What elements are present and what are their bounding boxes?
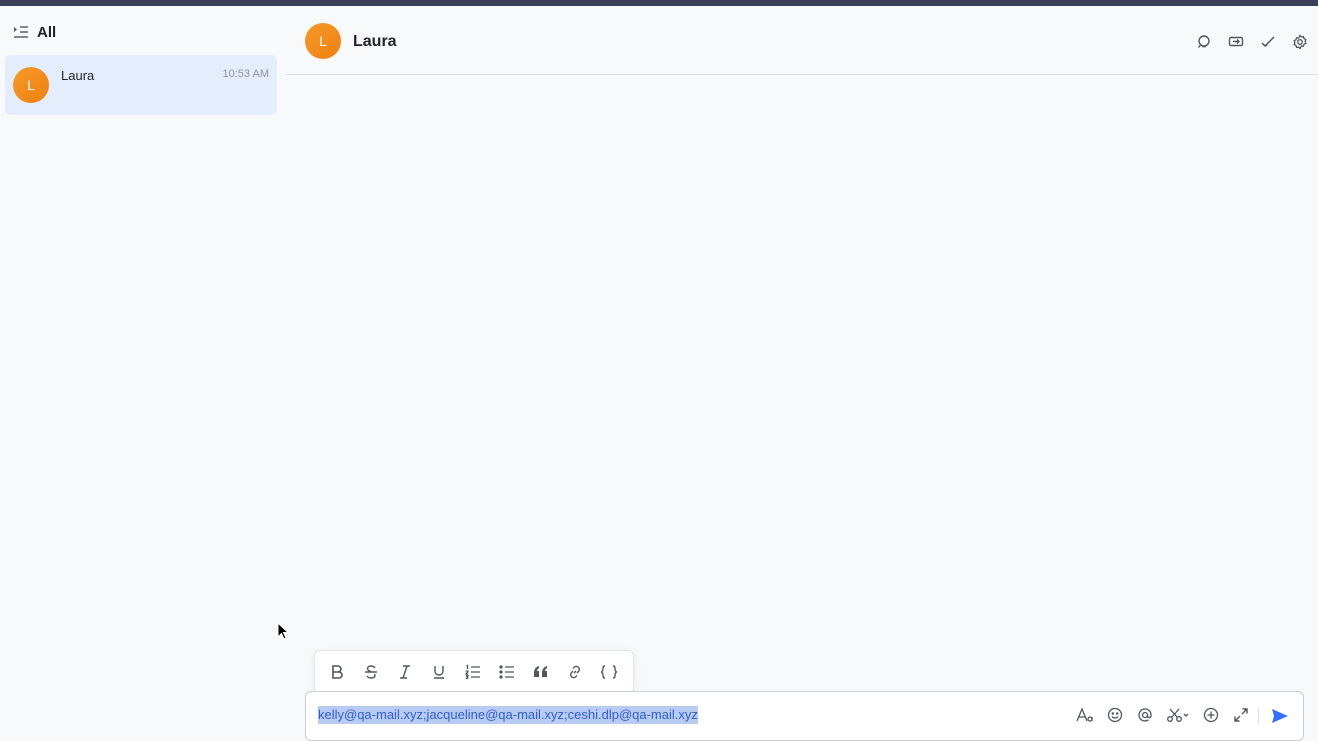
text-format-icon[interactable]	[1075, 705, 1095, 725]
composer-input-text[interactable]: kelly@qa-mail.xyz;jacqueline@qa-mail.xyz…	[318, 706, 698, 724]
chat-avatar[interactable]: L	[305, 23, 341, 59]
chat-title[interactable]: Laura	[353, 33, 397, 51]
sidebar: All L Laura 10:53 AM	[0, 6, 285, 735]
conversation-filter[interactable]: All	[12, 22, 56, 42]
formatting-toolbar	[314, 650, 634, 694]
send-icon[interactable]	[1269, 705, 1291, 727]
avatar: L	[13, 67, 49, 103]
conversation-name: Laura	[61, 68, 95, 83]
composer-divider	[1258, 708, 1259, 724]
chat-header: L Laura	[285, 6, 1318, 75]
composer-tools	[1075, 705, 1251, 725]
filter-label: All	[37, 23, 57, 41]
settings-icon[interactable]	[1290, 32, 1310, 52]
bold-icon[interactable]	[325, 660, 349, 684]
forward-icon[interactable]	[1226, 32, 1246, 52]
message-composer[interactable]: kelly@qa-mail.xyz;jacqueline@qa-mail.xyz…	[305, 691, 1304, 741]
header-actions	[1194, 32, 1310, 52]
conversation-item[interactable]: L Laura 10:53 AM	[5, 55, 277, 115]
message-area	[285, 76, 1318, 646]
link-icon[interactable]	[563, 660, 587, 684]
add-icon[interactable]	[1201, 705, 1221, 725]
underline-icon[interactable]	[427, 660, 451, 684]
search-icon[interactable]	[1194, 32, 1214, 52]
italic-icon[interactable]	[393, 660, 417, 684]
mouse-cursor-icon	[277, 621, 290, 640]
screenshot-icon[interactable]	[1165, 705, 1191, 725]
mention-icon[interactable]	[1135, 705, 1155, 725]
quote-icon[interactable]	[529, 660, 553, 684]
expand-icon[interactable]	[1231, 705, 1251, 725]
bullet-list-icon[interactable]	[495, 660, 519, 684]
done-icon[interactable]	[1258, 32, 1278, 52]
strikethrough-icon[interactable]	[359, 660, 383, 684]
filter-list-icon	[12, 24, 29, 40]
code-block-icon[interactable]	[597, 660, 621, 684]
ordered-list-icon[interactable]	[461, 660, 485, 684]
conversation-time: 10:53 AM	[222, 68, 269, 80]
emoji-icon[interactable]	[1105, 705, 1125, 725]
